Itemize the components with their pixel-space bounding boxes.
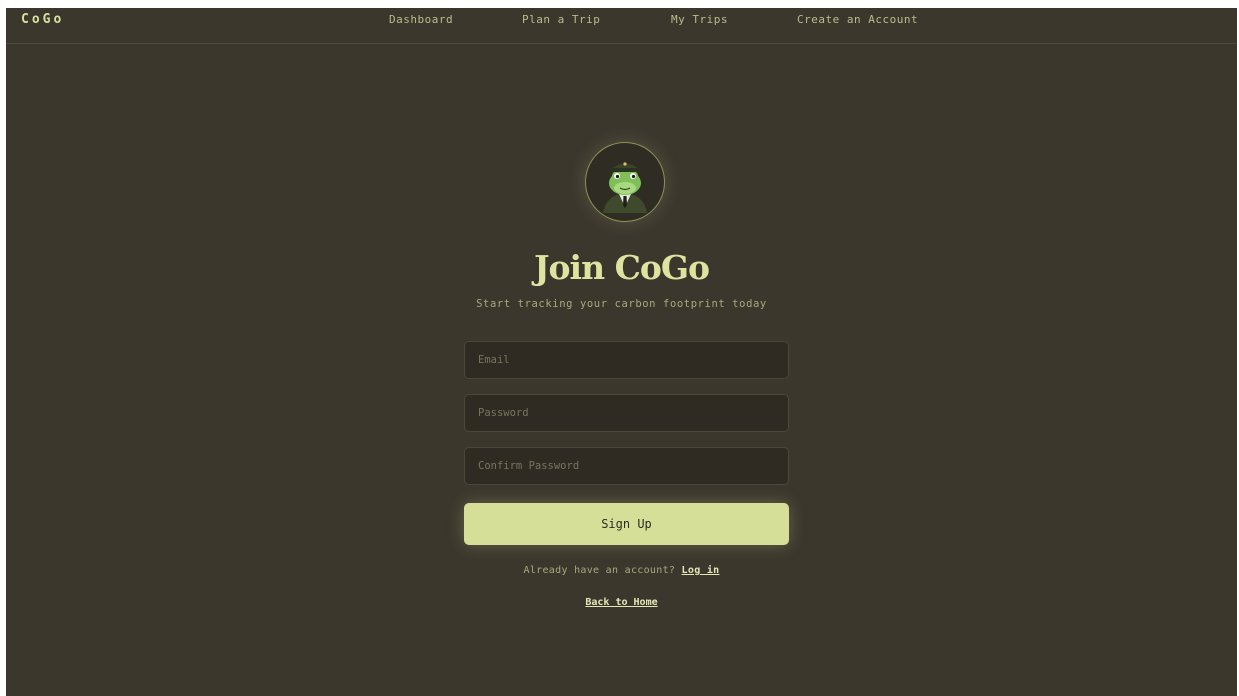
login-prompt-text: Already have an account? xyxy=(523,565,676,576)
frog-avatar xyxy=(585,142,665,222)
top-navbar: CoGo Dashboard Plan a Trip My Trips Crea… xyxy=(6,8,1237,44)
back-to-home-link[interactable]: Back to Home xyxy=(585,597,657,608)
nav-link-create-account[interactable]: Create an Account xyxy=(797,13,918,26)
email-field[interactable] xyxy=(464,341,789,379)
nav-link-plan-a-trip[interactable]: Plan a Trip xyxy=(522,13,600,26)
sign-up-button[interactable]: Sign Up xyxy=(464,503,789,545)
login-prompt-line: Already have an account? Log in xyxy=(6,565,1237,576)
app-frame: CoGo Dashboard Plan a Trip My Trips Crea… xyxy=(6,8,1237,696)
password-field[interactable] xyxy=(464,394,789,432)
brand-logo[interactable]: CoGo xyxy=(21,12,64,27)
nav-link-my-trips[interactable]: My Trips xyxy=(671,13,728,26)
page-subtitle: Start tracking your carbon footprint tod… xyxy=(476,298,767,310)
confirm-password-field[interactable] xyxy=(464,447,789,485)
nav-link-dashboard[interactable]: Dashboard xyxy=(389,13,453,26)
frog-officer-icon xyxy=(603,162,647,213)
page-title: Join CoGo xyxy=(533,248,710,287)
login-link[interactable]: Log in xyxy=(682,565,720,576)
back-to-home-row: Back to Home xyxy=(6,597,1237,608)
